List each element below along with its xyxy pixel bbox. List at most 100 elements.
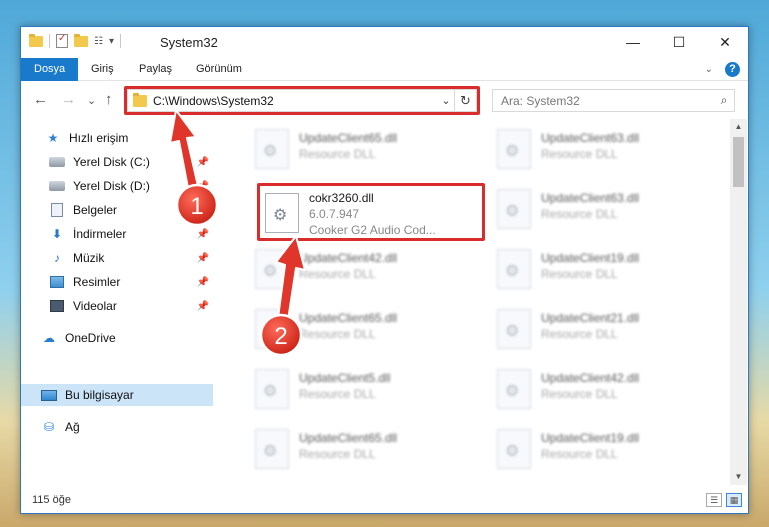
- list-item[interactable]: UpdateClient63.dll Resource DLL: [491, 185, 721, 235]
- dll-file-icon: [497, 189, 531, 229]
- file-description: Resource DLL: [299, 387, 376, 401]
- list-item[interactable]: UpdateClient65.dll Resource DLL: [249, 125, 479, 175]
- pin-icon[interactable]: 📌: [197, 301, 209, 312]
- file-description: Resource DLL: [541, 147, 618, 161]
- sidebar-item-label: Videolar: [73, 299, 117, 313]
- pin-icon[interactable]: 📌: [197, 229, 209, 240]
- ribbon-expand-icon[interactable]: ⌄: [705, 64, 713, 75]
- dll-file-icon: [497, 429, 531, 469]
- sidebar-item-local-disk-c[interactable]: Yerel Disk (C:) 📌: [21, 151, 213, 173]
- close-button[interactable]: ✕: [702, 27, 748, 57]
- toolbar-separator: [120, 34, 121, 48]
- sidebar-item-this-pc[interactable]: Bu bilgisayar: [21, 384, 213, 406]
- sidebar-item-label: OneDrive: [65, 331, 116, 345]
- file-name: UpdateClient42.dll: [541, 371, 640, 385]
- search-icon[interactable]: ⌕: [714, 93, 734, 108]
- list-item[interactable]: UpdateClient42.dll Resource DLL: [249, 245, 479, 295]
- file-name: UpdateClient65.dll: [299, 431, 398, 445]
- sidebar-item-downloads[interactable]: ⬇ İndirmeler 📌: [21, 223, 213, 245]
- ribbon: Dosya Giriş Paylaş Görünüm ⌄ ?: [21, 58, 748, 81]
- list-item[interactable]: UpdateClient42.dll Resource DLL: [491, 365, 721, 415]
- list-item[interactable]: UpdateClient21.dll Resource DLL: [491, 305, 721, 355]
- file-description: Resource DLL: [541, 207, 618, 221]
- file-description: Resource DLL: [299, 147, 376, 161]
- list-item[interactable]: UpdateClient5.dll Resource DLL: [249, 365, 479, 415]
- list-item[interactable]: UpdateClient65.dll Resource DLL: [249, 305, 479, 355]
- dll-file-icon: [497, 249, 531, 289]
- details-view-icon[interactable]: ☰: [706, 493, 722, 507]
- sidebar-item-local-disk-d[interactable]: Yerel Disk (D:) 📌: [21, 175, 213, 197]
- new-folder-icon[interactable]: [74, 33, 88, 47]
- large-icons-view-icon[interactable]: ▦: [726, 493, 742, 507]
- navigation-pane: ★ Hızlı erişim Yerel Disk (C:) 📌 Yerel D…: [21, 119, 213, 485]
- sidebar-item-quick-access[interactable]: ★ Hızlı erişim: [21, 127, 213, 149]
- list-item[interactable]: UpdateClient19.dll Resource DLL: [491, 425, 721, 475]
- drive-icon: [49, 179, 65, 193]
- file-description: Resource DLL: [541, 447, 618, 461]
- drive-icon: [49, 155, 65, 169]
- computer-icon: [41, 388, 57, 402]
- tab-giris[interactable]: Giriş: [81, 58, 124, 81]
- pictures-icon: [49, 275, 65, 289]
- minimize-button[interactable]: —: [610, 27, 656, 57]
- file-name: UpdateClient42.dll: [299, 251, 398, 265]
- help-icon[interactable]: ?: [725, 62, 740, 77]
- file-description: Resource DLL: [299, 267, 376, 281]
- sidebar-item-label: Resimler: [73, 275, 121, 289]
- customize-toolbar-icon[interactable]: ☷: [94, 36, 103, 47]
- search-input[interactable]: Ara: System32: [501, 94, 714, 108]
- folder-icon[interactable]: [29, 33, 43, 47]
- up-arrow-icon[interactable]: ↑: [105, 91, 113, 108]
- sidebar-item-label: Müzik: [73, 251, 105, 265]
- scroll-down-icon[interactable]: ▼: [730, 469, 747, 485]
- window-title: System32: [160, 35, 218, 50]
- sidebar-item-network[interactable]: ⛁ Ağ: [21, 416, 213, 438]
- file-name: UpdateClient19.dll: [541, 251, 640, 265]
- window-controls: — ☐ ✕: [610, 27, 748, 57]
- list-item[interactable]: UpdateClient63.dll Resource DLL: [491, 125, 721, 175]
- sidebar-item-music[interactable]: ♪ Müzik 📌: [21, 247, 213, 269]
- file-name: UpdateClient5.dll: [299, 371, 391, 385]
- sidebar-item-onedrive[interactable]: ☁ OneDrive: [21, 327, 213, 349]
- pin-icon[interactable]: 📌: [197, 157, 209, 168]
- list-item[interactable]: UpdateClient19.dll Resource DLL: [491, 245, 721, 295]
- tab-gorunum[interactable]: Görünüm: [186, 58, 252, 81]
- file-description: Resource DLL: [541, 267, 618, 281]
- tab-paylas[interactable]: Paylaş: [129, 58, 182, 81]
- search-box[interactable]: Ara: System32 ⌕: [492, 89, 735, 112]
- properties-icon[interactable]: [56, 33, 68, 48]
- sidebar-item-label: Hızlı erişim: [69, 131, 129, 145]
- vertical-scrollbar[interactable]: ▲ ▼: [730, 119, 747, 485]
- scroll-thumb[interactable]: [733, 137, 744, 187]
- file-description: Resource DLL: [541, 327, 618, 341]
- music-icon: ♪: [54, 251, 60, 265]
- recent-locations-icon[interactable]: ⌄: [87, 94, 96, 107]
- sidebar-item-label: Bu bilgisayar: [65, 388, 134, 402]
- file-description: Resource DLL: [299, 447, 376, 461]
- pin-icon[interactable]: 📌: [197, 253, 209, 264]
- sidebar-item-label: Yerel Disk (D:): [73, 179, 150, 193]
- toolbar-separator: [49, 34, 50, 48]
- network-icon: ⛁: [43, 420, 55, 434]
- dll-file-icon: [255, 249, 289, 289]
- sidebar-item-pictures[interactable]: Resimler 📌: [21, 271, 213, 293]
- documents-icon: [49, 203, 65, 217]
- pin-icon[interactable]: 📌: [197, 181, 209, 192]
- sidebar-item-videos[interactable]: Videolar 📌: [21, 295, 213, 317]
- title-bar: ☷ ▾ System32 — ☐ ✕: [21, 27, 748, 58]
- dll-file-icon: [497, 309, 531, 349]
- maximize-button[interactable]: ☐: [656, 27, 702, 57]
- sidebar-item-label: Yerel Disk (C:): [73, 155, 150, 169]
- customize-dropdown-icon[interactable]: ▾: [109, 36, 114, 47]
- sidebar-item-documents[interactable]: Belgeler 📌: [21, 199, 213, 221]
- file-name: UpdateClient21.dll: [541, 311, 640, 325]
- forward-arrow-icon[interactable]: →: [61, 91, 76, 108]
- tab-dosya[interactable]: Dosya: [21, 58, 79, 81]
- pin-icon[interactable]: 📌: [197, 205, 209, 216]
- list-item[interactable]: UpdateClient65.dll Resource DLL: [249, 425, 479, 475]
- navigation-bar: ← → ⌄ ↑ C:\Windows\System32 ⌄ ↻ Ara: Sys…: [21, 81, 748, 119]
- dll-file-icon: [497, 369, 531, 409]
- back-arrow-icon[interactable]: ←: [33, 91, 48, 108]
- scroll-up-icon[interactable]: ▲: [730, 119, 747, 135]
- pin-icon[interactable]: 📌: [197, 277, 209, 288]
